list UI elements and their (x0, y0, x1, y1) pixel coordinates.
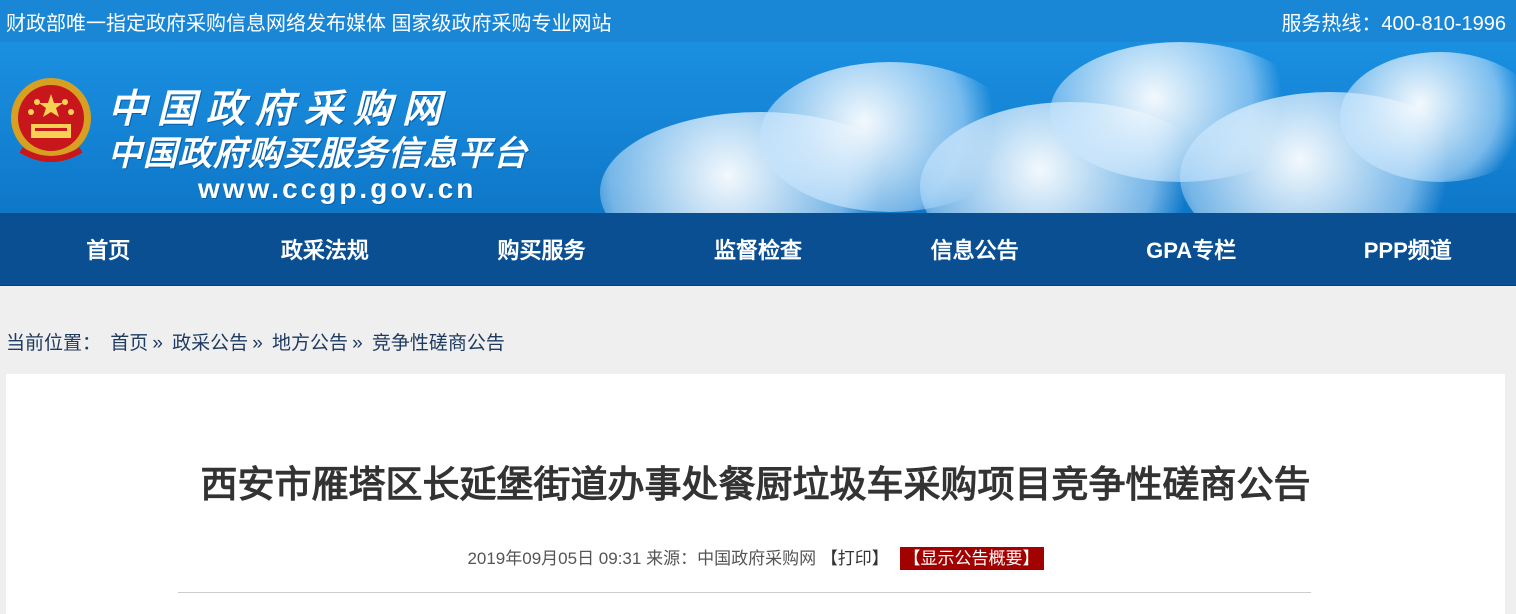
nav-item-ppp[interactable]: PPP频道 (1299, 233, 1516, 265)
nav-item-home[interactable]: 首页 (0, 233, 217, 265)
breadcrumb-link-consultation[interactable]: 竞争性磋商公告 (372, 333, 505, 354)
breadcrumb: 当前位置： 首页» 政采公告» 地方公告» 竞争性磋商公告 (0, 286, 1516, 360)
show-summary-button[interactable]: 【显示公告概要】 (899, 547, 1044, 570)
top-bar: 财政部唯一指定政府采购信息网络发布媒体 国家级政府采购专业网站 服务热线：400… (0, 0, 1516, 42)
site-subtitle: 中国政府购买服务信息平台 (108, 135, 528, 173)
article-title: 西安市雁塔区长延堡街道办事处餐厨垃圾车采购项目竞争性磋商公告 (200, 464, 1311, 505)
nav-item-gpa[interactable]: GPA专栏 (1083, 233, 1300, 265)
source-name: 中国政府采购网 (697, 549, 817, 568)
site-slogan: 财政部唯一指定政府采购信息网络发布媒体 国家级政府采购专业网站 (6, 12, 612, 35)
breadcrumb-prefix: 当前位置： (6, 333, 102, 354)
site-url: www.ccgp.gov.cn (198, 173, 477, 204)
breadcrumb-link-announcements[interactable]: 政采公告 (172, 333, 248, 354)
nav-item-regulations[interactable]: 政采法规 (217, 233, 434, 265)
main-nav: 首页 政采法规 购买服务 监督检查 信息公告 GPA专栏 PPP频道 (0, 213, 1516, 286)
breadcrumb-link-local[interactable]: 地方公告 (272, 333, 348, 354)
nav-item-purchase-services[interactable]: 购买服务 (433, 233, 650, 265)
print-button[interactable]: 【打印】 (821, 549, 889, 568)
divider (178, 592, 1311, 593)
breadcrumb-separator: » (352, 333, 363, 354)
breadcrumb-link-home[interactable]: 首页 (110, 333, 148, 354)
nav-item-supervision[interactable]: 监督检查 (650, 233, 867, 265)
nav-item-announcements[interactable]: 信息公告 (866, 233, 1083, 265)
publish-datetime: 2019年09月05日 09:31 (467, 549, 642, 568)
service-hotline: 服务热线：400-810-1996 (1281, 12, 1506, 35)
article-card: 西安市雁塔区长延堡街道办事处餐厨垃圾车采购项目竞争性磋商公告 2019年09月0… (6, 374, 1505, 614)
article-meta: 2019年09月05日 09:31 来源：中国政府采购网 【打印】 【显示公告概… (6, 544, 1505, 570)
breadcrumb-separator: » (252, 333, 263, 354)
site-banner: 中国政府采购网 中国政府购买服务信息平台 www.ccgp.gov.cn (0, 42, 1516, 213)
breadcrumb-separator: » (152, 333, 163, 354)
source-label: 来源： (646, 549, 698, 568)
national-emblem-icon[interactable] (7, 72, 95, 172)
